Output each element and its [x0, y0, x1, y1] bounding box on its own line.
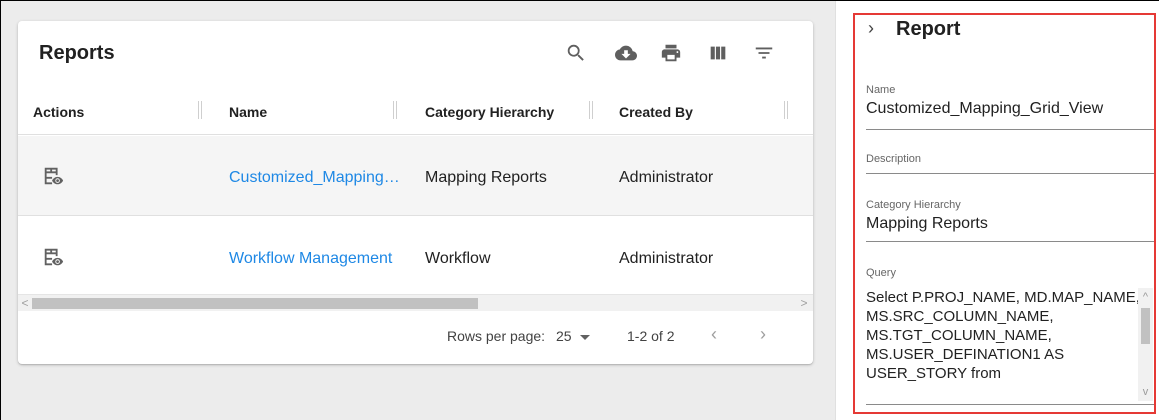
pagination: Rows per page: 25 1-2 of 2 ‹ ›: [18, 312, 813, 364]
horizontal-scrollbar[interactable]: < >: [18, 294, 813, 311]
column-header-category-hierarchy[interactable]: Category Hierarchy: [425, 104, 554, 120]
scroll-up-arrow[interactable]: ^: [1138, 290, 1153, 304]
left-pane: Reports Actions Name Category Hierarchy …: [1, 1, 835, 420]
view-column-icon[interactable]: [706, 41, 730, 65]
query-line: MS.SRC_COLUMN_NAME,: [866, 308, 1054, 325]
table-row[interactable]: Customized_Mapping… Mapping Reports Admi…: [18, 136, 813, 216]
report-detail-title: Report: [896, 18, 961, 40]
reports-card: Reports Actions Name Category Hierarchy …: [18, 21, 813, 364]
column-resize-handle[interactable]: [784, 101, 788, 119]
category-hierarchy-underline: [866, 241, 1154, 242]
search-icon[interactable]: [564, 41, 588, 65]
query-label: Query: [866, 267, 896, 279]
table-row[interactable]: Workflow Management Workflow Administrat…: [18, 217, 813, 297]
scrollbar-thumb[interactable]: [32, 298, 478, 309]
column-resize-handle[interactable]: [198, 101, 202, 119]
report-name-link[interactable]: Workflow Management: [229, 250, 392, 268]
query-line: MS.TGT_COLUMN_NAME,: [866, 327, 1052, 344]
scrollbar-thumb[interactable]: [1141, 308, 1150, 344]
description-underline: [866, 173, 1154, 174]
cloud-download-icon[interactable]: [614, 41, 638, 65]
scroll-right-arrow[interactable]: >: [797, 295, 811, 311]
name-field[interactable]: Name Customized_Mapping_Grid_View: [866, 84, 1154, 130]
category-hierarchy-input[interactable]: Mapping Reports: [866, 215, 1154, 233]
column-resize-handle[interactable]: [589, 101, 593, 119]
table-header: Actions Name Category Hierarchy Created …: [18, 89, 813, 135]
report-created-by: Administrator: [619, 250, 714, 267]
reports-title: Reports: [39, 42, 115, 64]
query-line: MS.USER_DEFINATION1 AS: [866, 346, 1065, 363]
scroll-left-arrow[interactable]: <: [18, 295, 32, 311]
report-category: Workflow: [425, 250, 491, 267]
description-label: Description: [866, 153, 922, 165]
report-created-by: Administrator: [619, 169, 714, 186]
scroll-down-arrow[interactable]: v: [1138, 385, 1153, 399]
next-page-button[interactable]: ›: [760, 324, 766, 345]
query-label-wrap: Query: [866, 267, 1154, 279]
query-line: Select P.PROJ_NAME, MD.MAP_NAME,: [866, 289, 1140, 306]
name-underline: [866, 129, 1154, 130]
category-hierarchy-field[interactable]: Category Hierarchy Mapping Reports: [866, 199, 1154, 242]
rows-per-page-label: Rows per page:: [447, 328, 546, 344]
name-label: Name: [866, 84, 896, 96]
previous-page-button[interactable]: ‹: [711, 324, 717, 345]
report-name-link[interactable]: Customized_Mapping…: [229, 169, 400, 187]
collapse-chevron-icon[interactable]: ›: [868, 18, 874, 39]
query-textarea[interactable]: Select P.PROJ_NAME, MD.MAP_NAME, MS.SRC_…: [866, 288, 1154, 401]
rows-per-page-value: 25: [556, 328, 572, 344]
query-line: USER_STORY from: [866, 365, 1002, 382]
filter-list-icon[interactable]: [752, 41, 776, 65]
column-header-created-by[interactable]: Created By: [619, 104, 693, 120]
print-icon[interactable]: [659, 41, 683, 65]
table-view-icon[interactable]: [42, 165, 64, 187]
pagination-range: 1-2 of 2: [627, 328, 675, 344]
query-underline: [866, 404, 1154, 405]
name-input[interactable]: Customized_Mapping_Grid_View: [866, 100, 1154, 118]
dropdown-caret-icon: [579, 334, 590, 340]
description-field[interactable]: Description: [866, 153, 1154, 174]
rows-per-page-select[interactable]: 25: [556, 328, 590, 344]
column-resize-handle[interactable]: [393, 101, 397, 119]
query-vertical-scrollbar[interactable]: ^ v: [1138, 288, 1153, 401]
column-header-name[interactable]: Name: [229, 104, 267, 120]
report-category: Mapping Reports: [425, 169, 547, 186]
category-hierarchy-label: Category Hierarchy: [866, 199, 961, 211]
column-header-actions[interactable]: Actions: [33, 104, 84, 120]
table-view-icon[interactable]: [42, 246, 64, 268]
